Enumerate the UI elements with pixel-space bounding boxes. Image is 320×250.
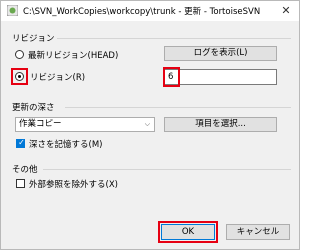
divider xyxy=(57,38,291,39)
choose-items-button[interactable]: 項目を選択... xyxy=(164,117,277,132)
close-icon[interactable]: ✕ xyxy=(279,4,293,18)
revision-input[interactable]: 6 xyxy=(164,69,277,85)
ok-button-highlight-box xyxy=(158,221,218,243)
head-revision-label[interactable]: 最新リビジョン(HEAD) xyxy=(28,49,118,61)
show-log-button[interactable]: ログを表示(L) xyxy=(164,46,277,61)
revision-input-highlight-box xyxy=(163,67,180,87)
depth-group-label: 更新の深さ xyxy=(12,103,55,113)
update-dialog: C:\SVN_WorkCopies\workcopy\trunk - 更新 - … xyxy=(0,0,300,250)
depth-select-value: 作業コピー xyxy=(19,119,62,129)
divider xyxy=(43,169,291,170)
cancel-button[interactable]: キャンセル xyxy=(226,224,290,240)
title-bar: C:\SVN_WorkCopies\workcopy\trunk - 更新 - … xyxy=(1,1,299,21)
chevron-down-icon: ⌵ xyxy=(144,120,150,128)
revision-group-label: リビジョン xyxy=(12,34,55,44)
tortoisesvn-icon xyxy=(7,5,18,16)
window-title: C:\SVN_WorkCopies\workcopy\trunk - 更新 - … xyxy=(23,7,261,17)
revision-label[interactable]: リビジョン(R) xyxy=(30,71,85,83)
depth-select[interactable]: 作業コピー ⌵ xyxy=(15,117,155,132)
head-revision-radio[interactable] xyxy=(15,50,24,59)
divider xyxy=(65,107,291,108)
ignore-externals-checkbox[interactable] xyxy=(16,179,25,188)
ignore-externals-label[interactable]: 外部参照を除外する(X) xyxy=(29,178,118,190)
remember-depth-label[interactable]: 深さを記憶する(M) xyxy=(29,138,102,150)
remember-depth-checkbox[interactable]: ✓ xyxy=(16,138,25,148)
radio-highlight-box xyxy=(11,68,28,85)
check-icon: ✓ xyxy=(18,138,25,147)
other-group-label: その他 xyxy=(12,165,38,175)
